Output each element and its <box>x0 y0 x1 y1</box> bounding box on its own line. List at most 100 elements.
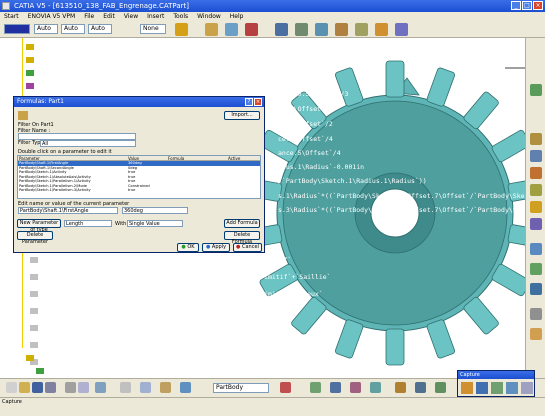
texture-icon[interactable] <box>370 382 381 393</box>
none-field[interactable]: None <box>140 24 166 34</box>
menu-window[interactable]: Window <box>197 12 221 21</box>
view-icon[interactable] <box>275 23 288 36</box>
tree-formula-19[interactable]: Formula.19: `PartBody\CircPattern.1\Angu… <box>30 341 311 349</box>
value-mode-select[interactable]: Single Value <box>127 220 183 227</box>
fillet-tool-icon[interactable] <box>530 243 542 255</box>
rib-tool-icon[interactable] <box>530 218 542 230</box>
close-button[interactable]: × <box>533 1 543 10</box>
pad-icon[interactable] <box>225 23 238 36</box>
menu-help[interactable]: Help <box>230 12 244 21</box>
parameter-type-select[interactable]: Length <box>64 220 112 227</box>
current-body-field[interactable]: PartBody <box>213 383 269 393</box>
open-icon[interactable] <box>19 382 30 393</box>
linetype-field[interactable]: Auto <box>34 24 58 34</box>
cancel-button[interactable]: ● Cancel <box>233 243 262 252</box>
pocket-icon[interactable] <box>245 23 258 36</box>
delete-parameter-button[interactable]: Delete Parameter <box>17 231 53 245</box>
new-icon[interactable] <box>6 382 17 393</box>
hole-tool-icon[interactable] <box>530 201 542 213</box>
maximize-button[interactable]: □ <box>522 1 532 10</box>
column-header-parameter[interactable]: Parameter <box>18 156 128 160</box>
ok-button[interactable]: ● OK <box>177 243 199 252</box>
minimize-button[interactable]: _ <box>511 1 521 10</box>
column-header-active[interactable]: Active <box>228 156 248 160</box>
help-icon[interactable] <box>120 382 131 393</box>
zoom-in-icon[interactable] <box>435 382 446 393</box>
menu-enovia[interactable]: ENOVIA V5 VPM <box>28 12 76 21</box>
pattern-tool-icon[interactable] <box>530 283 542 295</box>
tree-partbody[interactable]: PartBody <box>26 354 68 362</box>
capture-select-icon[interactable] <box>461 382 473 394</box>
copy-icon[interactable] <box>78 382 89 393</box>
tree-relations[interactable]: Relations <box>26 82 72 90</box>
fit-icon[interactable] <box>415 382 426 393</box>
tree-formula-21[interactable]: Formula.21: `PartBody\Sketch.1\Offset.7\… <box>30 358 331 366</box>
tree-formula-16[interactable]: Formula.16: `PartBody\Sketch.1\Radius.1\… <box>30 290 323 298</box>
tree-formula-18[interactable]: Formula.18: `PartBody\CircPattern.1\Angu… <box>30 324 280 332</box>
sketch-icon[interactable] <box>205 23 218 36</box>
add-formula-button[interactable]: Add Formula <box>224 219 260 228</box>
menu-edit[interactable]: Edit <box>103 12 115 21</box>
column-header-value[interactable]: Value <box>128 156 168 160</box>
menu-insert[interactable]: Insert <box>147 12 164 21</box>
tree-formula-15[interactable]: Formula.15: `PartBody\Sketch.1\Radius.3\… <box>30 273 331 281</box>
filter-type-select[interactable]: All <box>40 140 136 147</box>
zoom-icon[interactable] <box>355 23 368 36</box>
menu-tools[interactable]: Tools <box>173 12 188 21</box>
shaft-tool-icon[interactable] <box>530 167 542 179</box>
draft-icon[interactable] <box>330 382 341 393</box>
tree-formula-14[interactable]: Formula.14: `PartBody\Sketch.1\Radius.2\… <box>30 256 291 264</box>
tree-parameters[interactable]: Parameters <box>26 69 76 77</box>
format-painter-icon[interactable] <box>175 23 188 36</box>
undo-icon[interactable] <box>95 382 106 393</box>
color-selector[interactable] <box>4 24 30 34</box>
tree-zx-plane[interactable]: zx plane <box>26 56 68 64</box>
chamfer-tool-icon[interactable] <box>530 263 542 275</box>
tree-yz-plane[interactable]: yz plane <box>26 43 68 51</box>
menu-file[interactable]: File <box>84 12 94 21</box>
constraint-icon[interactable] <box>140 382 151 393</box>
menu-start[interactable]: Start <box>4 12 19 21</box>
pad-tool-icon[interactable] <box>530 133 542 145</box>
groove-tool-icon[interactable] <box>530 184 542 196</box>
analysis-icon[interactable] <box>310 382 321 393</box>
fit-all-icon[interactable] <box>295 23 308 36</box>
new-parameter-button[interactable]: New Parameter of type <box>17 219 61 233</box>
workbench-icon[interactable] <box>530 84 542 96</box>
capture-album-icon[interactable] <box>491 382 503 394</box>
cut-icon[interactable] <box>65 382 76 393</box>
layer-field[interactable]: Auto <box>88 24 112 34</box>
edit-name-input[interactable]: PartBody\Shaft.1\FirstAngle <box>18 207 118 214</box>
rotate-icon[interactable] <box>335 23 348 36</box>
table-row[interactable]: PartBody\Sketch.1\Parallelism.3\Activity… <box>18 188 260 193</box>
fly-icon[interactable] <box>395 382 406 393</box>
formula-fx-icon[interactable] <box>160 382 171 393</box>
mirror-tool-icon[interactable] <box>530 308 542 320</box>
column-header-formula[interactable]: Formula <box>168 156 228 160</box>
dialog-close-button[interactable]: × <box>254 98 262 106</box>
pan-icon[interactable] <box>315 23 328 36</box>
shading-icon[interactable] <box>395 23 408 36</box>
thickness-field[interactable]: Auto <box>61 24 85 34</box>
import-button[interactable]: Import... <box>224 111 260 120</box>
dialog-help-button[interactable]: ? <box>245 98 253 106</box>
catalog-icon[interactable] <box>180 382 191 393</box>
pocket-tool-icon[interactable] <box>530 150 542 162</box>
menu-view[interactable]: View <box>124 12 138 21</box>
capture-video-icon[interactable] <box>506 382 518 394</box>
boolean-icon[interactable] <box>280 382 291 393</box>
filter-name-input[interactable] <box>18 133 136 140</box>
capture-options-icon[interactable] <box>521 382 533 394</box>
tree-formula-17[interactable]: Formula.17: `PartBody\Sketch.1\Angle.5\A… <box>30 307 288 315</box>
print-icon[interactable] <box>45 382 56 393</box>
capture-image-icon[interactable] <box>476 382 488 394</box>
measure-tool-icon[interactable] <box>530 328 542 340</box>
apply-button[interactable]: ● Apply <box>202 243 230 252</box>
parameters-table[interactable]: Parameter Value Formula Active PartBody\… <box>17 155 261 199</box>
edit-value-input[interactable]: 360deg <box>122 207 188 214</box>
normal-view-icon[interactable] <box>375 23 388 36</box>
tree-design-table[interactable]: DesignTable.1 <box>36 367 98 375</box>
delete-formula-button[interactable]: Delete Formula <box>224 231 260 245</box>
save-icon[interactable] <box>32 382 43 393</box>
thickness-icon[interactable] <box>350 382 361 393</box>
